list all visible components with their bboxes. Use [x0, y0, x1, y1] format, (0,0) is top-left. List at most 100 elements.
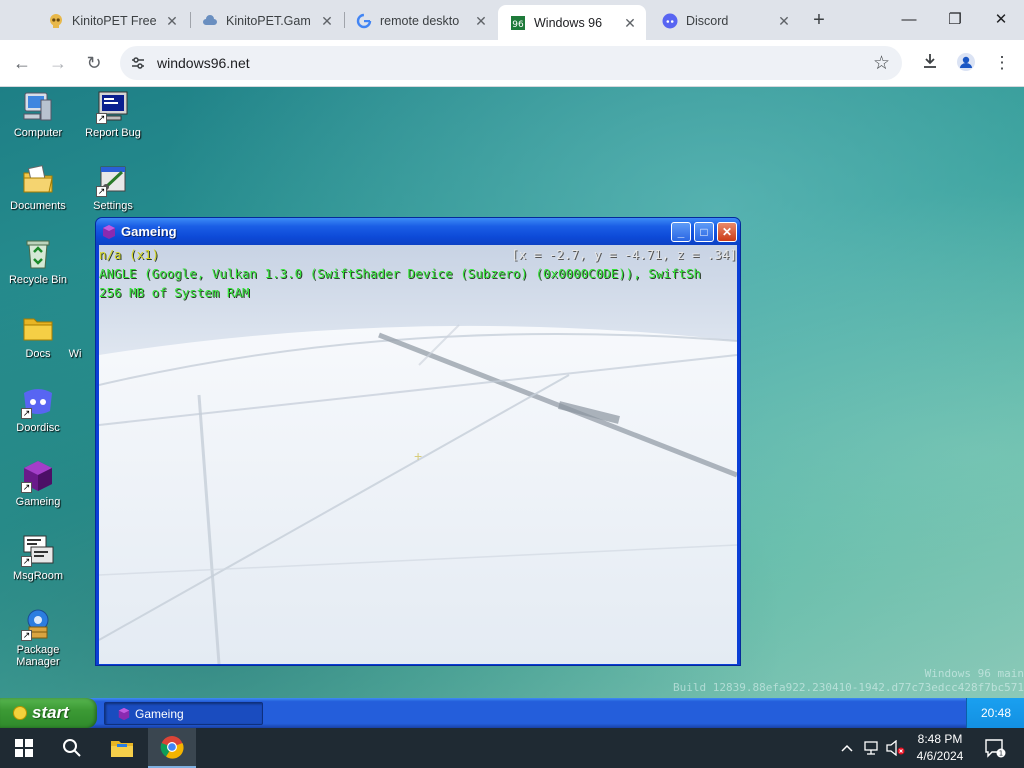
restore-window-icon[interactable]: ❐: [943, 8, 967, 32]
tab-title: remote deskto: [380, 13, 460, 28]
desktop-icon-recycle-bin[interactable]: Recycle Bin: [0, 237, 76, 286]
smiley-start-icon: [13, 706, 27, 720]
volume-muted-icon[interactable]: [884, 728, 906, 768]
windows-start-icon[interactable]: [0, 728, 48, 768]
tab-title: Discord: [686, 13, 729, 28]
address-bar[interactable]: windows96.net ☆: [120, 46, 902, 80]
browser-menu-icon[interactable]: ⋮: [991, 52, 1013, 74]
desktop-icon-label: Documents: [10, 200, 66, 212]
new-tab-button[interactable]: +: [809, 10, 829, 31]
desktop-icon-label: MsgRoom: [12, 570, 64, 582]
search-icon[interactable]: [48, 728, 96, 768]
desktop-icon-report-bug[interactable]: ↗ Report Bug: [75, 90, 151, 139]
tab-title: KinitoPET Free: [72, 13, 157, 28]
desktop-icon-doordisc[interactable]: ↗ Doordisc: [0, 385, 76, 434]
gameing-window[interactable]: Gameing _ □ ✕ n/a (x1) [x = -2.7, y = -4…: [95, 217, 741, 666]
close-tab-icon[interactable]: ✕: [164, 13, 180, 29]
computer-icon: [21, 90, 55, 124]
network-icon[interactable]: [860, 728, 882, 768]
notification-count: 1: [999, 750, 1003, 758]
taskbar-item-gameing[interactable]: Gameing: [104, 702, 263, 725]
crosshair-icon: +: [414, 448, 423, 464]
browser-toolbar: ← → ↻ windows96.net ☆ ⋮: [0, 40, 1024, 87]
forward-button[interactable]: →: [47, 52, 69, 74]
shortcut-arrow-icon: ↗: [21, 408, 32, 419]
desktop-icon-label: Wi: [68, 348, 82, 360]
shortcut-arrow-icon: ↗: [96, 113, 107, 124]
windows-clock[interactable]: 8:48 PM 4/6/2024: [905, 731, 975, 765]
desktop-icon-gameing[interactable]: ↗ Gameing: [0, 459, 76, 508]
recycle-bin-icon: [21, 237, 55, 271]
close-tab-icon[interactable]: ✕: [319, 13, 335, 29]
browser-tab-kinitopet-game[interactable]: KinitoPET.Gam ✕: [190, 5, 343, 36]
file-explorer-icon[interactable]: [98, 728, 146, 768]
url-text: windows96.net: [157, 55, 250, 71]
site-settings-icon[interactable]: [130, 55, 146, 71]
desktop-icon-package-manager[interactable]: ↗ Package Manager: [0, 607, 76, 668]
window-close-button[interactable]: ✕: [717, 222, 737, 242]
shortcut-arrow-icon: ↗: [21, 556, 32, 567]
minimize-window-icon[interactable]: —: [897, 8, 921, 32]
desktop-icon-label: Report Bug: [85, 127, 141, 139]
desktop-icon-label: Settings: [93, 200, 133, 212]
show-hidden-icons-chevron-icon[interactable]: [838, 728, 856, 768]
start-label: start: [32, 703, 69, 722]
clock-date: 4/6/2024: [916, 749, 964, 763]
close-tab-icon[interactable]: ✕: [473, 13, 489, 29]
gameing-cube-icon: [117, 707, 131, 721]
watermark-build: Build 12839.88efa922.230410-1942.d77c73e…: [673, 681, 1024, 694]
desktop-icon-partially-hidden[interactable]: Wi: [50, 311, 100, 360]
report-bug-icon: ↗: [96, 90, 130, 124]
hud-ram-line: 256 MB of System RAM: [99, 285, 250, 300]
desktop-icon-msgroom[interactable]: ↗ MsgRoom: [0, 533, 76, 582]
win96-system-tray: 20:48: [966, 698, 1024, 728]
notification-center-icon[interactable]: 1: [980, 728, 1010, 768]
desktop-icon-documents[interactable]: Documents: [0, 163, 76, 212]
close-tab-icon[interactable]: ✕: [776, 13, 792, 29]
window-title: Gameing: [121, 224, 177, 239]
debug-hud: n/a (x1) [x = -2.7, y = -4.71, z = .34] …: [99, 245, 737, 302]
documents-folder-icon: [21, 163, 55, 197]
browser-tab-remote-desktop[interactable]: remote deskto ✕: [344, 5, 497, 36]
package-manager-icon: ↗: [21, 607, 55, 641]
gameing-cube-icon: ↗: [21, 459, 55, 493]
shortcut-arrow-icon: ↗: [96, 186, 107, 197]
chrome-icon[interactable]: [148, 728, 196, 768]
desktop-icon-label: Doordisc: [16, 422, 60, 434]
msgroom-icon: ↗: [21, 533, 55, 567]
bookmark-star-icon[interactable]: ☆: [873, 52, 890, 75]
windows96-icon: 96: [510, 15, 526, 31]
browser-tab-kinitopet-free[interactable]: KinitoPET Free ✕: [36, 5, 188, 36]
browser-tab-discord[interactable]: Discord ✕: [650, 5, 800, 36]
svg-text:96: 96: [512, 20, 524, 30]
gameing-cube-icon: [101, 224, 117, 240]
browser-tab-strip: KinitoPET Free ✕ KinitoPET.Gam ✕ remote …: [0, 0, 1024, 40]
window-maximize-button[interactable]: □: [694, 222, 714, 242]
back-button[interactable]: ←: [11, 52, 33, 74]
window-minimize-button[interactable]: _: [671, 222, 691, 242]
skull-icon: [48, 13, 64, 29]
win96-taskbar: start Gameing 20:48: [0, 698, 1024, 728]
download-icon[interactable]: [919, 52, 941, 74]
hud-coordinates: [x = -2.7, y = -4.71, z = .34]: [511, 247, 737, 262]
discord-icon: [662, 13, 678, 29]
desktop-icon-label: Package Manager: [16, 644, 60, 668]
win96-clock[interactable]: 20:48: [967, 706, 1024, 720]
desktop-icon-label: Recycle Bin: [8, 274, 68, 286]
window-titlebar[interactable]: Gameing _ □ ✕: [96, 218, 740, 245]
reload-button[interactable]: ↻: [83, 52, 105, 74]
desktop-icon-settings[interactable]: ↗ Settings: [75, 163, 151, 212]
shortcut-arrow-icon: ↗: [21, 482, 32, 493]
watermark-title: Windows 96 main: [924, 667, 1024, 680]
start-button[interactable]: start: [0, 698, 97, 728]
doordisc-icon: ↗: [21, 385, 55, 419]
desktop-icon-computer[interactable]: Computer: [0, 90, 76, 139]
game-viewport[interactable]: n/a (x1) [x = -2.7, y = -4.71, z = .34] …: [99, 245, 737, 664]
close-tab-icon[interactable]: ✕: [622, 15, 638, 31]
browser-tab-windows96[interactable]: 96 Windows 96 ✕: [498, 5, 646, 40]
taskbar-item-label: Gameing: [135, 707, 184, 721]
close-window-icon[interactable]: ✕: [989, 8, 1013, 32]
profile-avatar-icon[interactable]: [955, 52, 977, 74]
clock-time: 8:48 PM: [917, 732, 963, 746]
hud-renderer-line: ANGLE (Google, Vulkan 1.3.0 (SwiftShader…: [99, 266, 702, 281]
